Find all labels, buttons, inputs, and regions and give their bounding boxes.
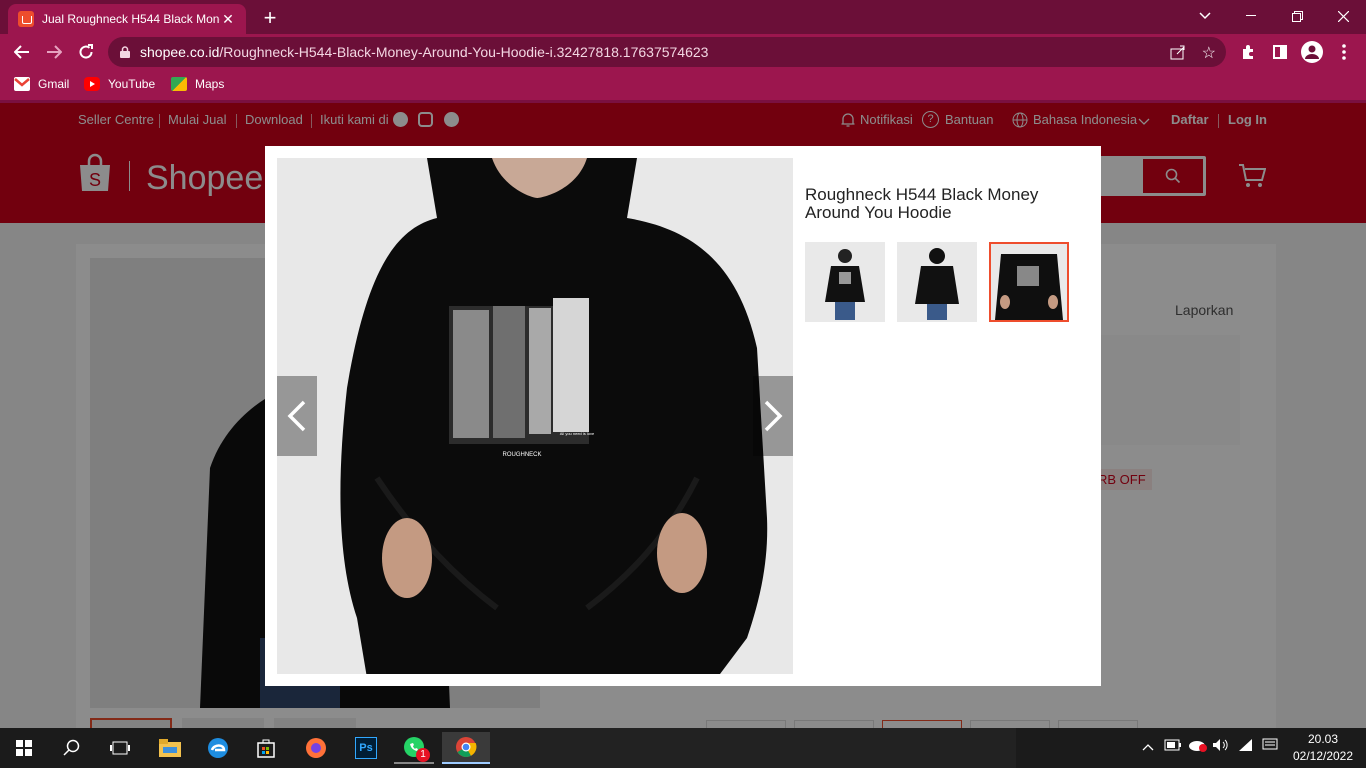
- tab-close-icon[interactable]: ✕: [220, 11, 236, 28]
- windows-taskbar: Ps 1 20.03 02/12/2022: [0, 728, 1366, 768]
- hoodie-back-thumb-icon: [915, 248, 959, 320]
- enlarged-product-image: ROUGHNECK All you need is love: [277, 158, 793, 674]
- bookmark-youtube[interactable]: YouTube: [84, 77, 155, 91]
- chevron-right-icon: [764, 400, 783, 432]
- profile-avatar-icon[interactable]: [1300, 40, 1324, 64]
- tab-title: Jual Roughneck H544 Black Money Around Y…: [42, 12, 220, 26]
- whatsapp-icon[interactable]: 1: [394, 732, 434, 764]
- chrome-icon[interactable]: [442, 732, 490, 764]
- side-panel-icon[interactable]: [1268, 40, 1292, 64]
- back-icon[interactable]: [10, 40, 34, 64]
- url-path: /Roughneck-H544-Black-Money-Around-You-H…: [219, 44, 709, 60]
- forward-icon[interactable]: [42, 40, 66, 64]
- clock-time[interactable]: 20.03: [1300, 732, 1346, 746]
- chevron-left-icon: [287, 400, 306, 432]
- start-icon[interactable]: [4, 732, 44, 764]
- whatsapp-badge: 1: [416, 748, 430, 762]
- tray-chevron-up-icon[interactable]: [1142, 738, 1154, 754]
- bookmark-maps[interactable]: Maps: [171, 77, 224, 91]
- bookmark-star-icon[interactable]: ☆: [1202, 43, 1216, 63]
- battery-icon[interactable]: [1164, 738, 1182, 755]
- task-view-icon[interactable]: [100, 732, 140, 764]
- browser-tab-active[interactable]: Jual Roughneck H544 Black Money Around Y…: [8, 4, 246, 34]
- image-viewer-modal: ROUGHNECK All you need is love Roughneck…: [265, 146, 1101, 686]
- modal-thumb-2[interactable]: [897, 242, 977, 322]
- hoodie-front-thumb-icon: [825, 249, 865, 320]
- close-window-button[interactable]: [1320, 0, 1366, 32]
- navigation-bar: shopee.co.id/Roughneck-H544-Black-Money-…: [0, 34, 1366, 70]
- action-center-icon[interactable]: [1262, 738, 1278, 755]
- address-bar[interactable]: shopee.co.id/Roughneck-H544-Black-Money-…: [108, 37, 1226, 67]
- restore-button[interactable]: [1274, 0, 1320, 32]
- photoshop-icon[interactable]: Ps: [346, 732, 386, 764]
- hoodie-print-caption: All you need is love: [560, 431, 595, 436]
- clock-date[interactable]: 02/12/2022: [1290, 749, 1356, 763]
- tab-bar: Jual Roughneck H544 Black Money Around Y…: [0, 0, 1366, 34]
- modal-product-title: Roughneck H544 Black Money Around You Ho…: [805, 185, 1039, 222]
- file-explorer-icon[interactable]: [150, 732, 190, 764]
- edge-icon[interactable]: [198, 732, 238, 764]
- shopee-favicon-icon: [18, 11, 34, 27]
- lock-icon: [120, 46, 130, 58]
- bookmark-gmail[interactable]: Gmail: [14, 77, 69, 91]
- hoodie-closeup-thumb-icon: [995, 254, 1063, 320]
- reload-icon[interactable]: [74, 40, 98, 64]
- bookmarks-bar: Gmail YouTube Maps: [0, 70, 1366, 100]
- hoodie-print-brand: ROUGHNECK: [502, 452, 541, 458]
- taskbar-empty-area: [490, 728, 1016, 768]
- cloud-sync-error-icon[interactable]: [1188, 738, 1208, 755]
- firefox-icon[interactable]: [296, 732, 336, 764]
- tab-search-icon[interactable]: [1182, 0, 1228, 32]
- extensions-icon[interactable]: [1236, 40, 1260, 64]
- wifi-icon[interactable]: [1238, 738, 1256, 755]
- new-tab-button[interactable]: +: [258, 5, 282, 31]
- prev-image-button[interactable]: [277, 376, 317, 456]
- gmail-icon: [14, 77, 30, 91]
- url-domain: shopee.co.id: [140, 44, 220, 60]
- share-icon[interactable]: [1170, 44, 1186, 63]
- minimize-button[interactable]: [1228, 0, 1274, 32]
- browser-chrome: Jual Roughneck H544 Black Money Around Y…: [0, 0, 1366, 103]
- youtube-icon: [84, 77, 100, 91]
- maps-icon: [171, 77, 187, 91]
- next-image-button[interactable]: [753, 376, 793, 456]
- volume-icon[interactable]: [1212, 738, 1230, 755]
- menu-kebab-icon[interactable]: [1332, 40, 1356, 64]
- modal-thumb-3-selected[interactable]: [989, 242, 1069, 322]
- store-icon[interactable]: [246, 732, 286, 764]
- modal-thumb-1[interactable]: [805, 242, 885, 322]
- search-icon[interactable]: [52, 732, 92, 764]
